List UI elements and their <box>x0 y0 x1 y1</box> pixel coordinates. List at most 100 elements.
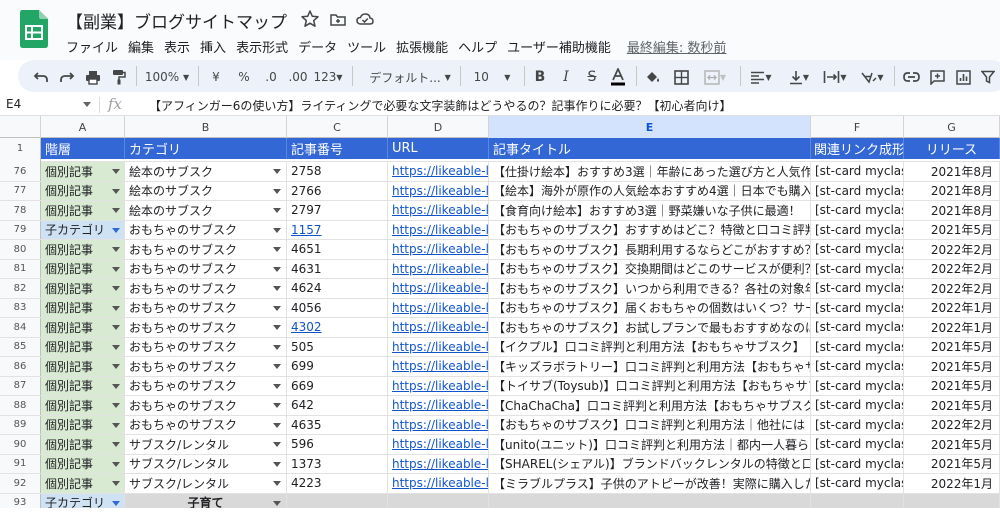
cell-release-date[interactable]: 2021年5月 <box>904 357 1000 376</box>
cell-related-link[interactable]: [st-card myclass <box>811 279 904 298</box>
horizontal-align-icon[interactable]: ▼ <box>748 68 774 86</box>
row-number[interactable]: 91 <box>0 454 41 473</box>
last-edit-link[interactable]: 最終編集: 数秒前 <box>627 37 727 56</box>
dropdown-arrow-icon[interactable] <box>112 344 120 350</box>
cell-article-title[interactable]: 【おもちゃのサブスク】お試しプランで最もおすすめなのは？ <box>489 318 811 337</box>
strikethrough-icon[interactable]: S <box>584 68 600 86</box>
borders-icon[interactable] <box>672 68 690 86</box>
cell-release-date[interactable]: 2021年5月 <box>904 396 1000 415</box>
dropdown-arrow-icon[interactable] <box>112 169 120 174</box>
redo-icon[interactable] <box>58 68 76 86</box>
cell-url-link[interactable]: https://likeable-life <box>388 376 489 395</box>
cell-category[interactable]: 絵本のサブスク <box>125 162 287 181</box>
cell-url-link[interactable]: https://likeable-life <box>388 454 489 473</box>
cell-level[interactable]: 個別記事 <box>41 376 125 395</box>
dropdown-arrow-icon[interactable] <box>273 208 281 213</box>
cell-level[interactable]: 個別記事 <box>41 298 125 317</box>
print-icon[interactable] <box>84 68 102 86</box>
cell-category[interactable]: おもちゃのサブスク <box>125 376 287 395</box>
move-to-folder-icon[interactable] <box>328 9 348 29</box>
dropdown-arrow-icon[interactable] <box>273 403 281 408</box>
row-number[interactable]: 83 <box>0 298 41 317</box>
dropdown-arrow-icon[interactable] <box>112 500 120 506</box>
cell-article-number[interactable]: 2797 <box>287 201 388 220</box>
cell-article-number[interactable]: 596 <box>287 435 388 454</box>
cell-article-number[interactable]: 4056 <box>287 298 388 317</box>
cell-category[interactable]: おもちゃのサブスク <box>125 318 287 337</box>
cell-related-link[interactable]: [st-card myclass <box>811 220 904 239</box>
menu-accessibility[interactable]: ユーザー補助機能 <box>507 37 611 56</box>
cell-release-date[interactable]: 2021年5月 <box>904 376 1000 395</box>
dropdown-arrow-icon[interactable] <box>112 247 120 252</box>
cell-category[interactable]: おもちゃのサブスク <box>125 337 287 356</box>
cell-related-link[interactable]: [st-card myclass <box>811 415 904 434</box>
header-cell-url[interactable]: URL <box>388 138 489 159</box>
cell-article-title[interactable]: 【SHAREL(シェアル)】ブランドバックレンタルの特徴と口コミ <box>489 454 811 473</box>
cell-article-number[interactable]: 4624 <box>287 279 388 298</box>
header-cell-level[interactable]: 階層 <box>41 138 125 159</box>
cell-category[interactable]: おもちゃのサブスク <box>125 298 287 317</box>
dropdown-arrow-icon[interactable] <box>273 325 281 330</box>
menu-insert[interactable]: 挿入 <box>200 37 226 56</box>
cell-article-number[interactable]: 4631 <box>287 259 388 278</box>
row-number[interactable]: 92 <box>0 474 41 493</box>
menu-edit[interactable]: 編集 <box>128 37 154 56</box>
header-cell-release[interactable]: リリース <box>904 138 1000 159</box>
row-number[interactable]: 80 <box>0 240 41 259</box>
merge-cells-icon[interactable]: ▼ <box>700 68 730 86</box>
percent-format-button[interactable]: % <box>236 68 252 86</box>
dropdown-arrow-icon[interactable] <box>112 325 120 330</box>
row-number[interactable]: 87 <box>0 376 41 395</box>
increase-decimal-button[interactable]: .00 <box>286 68 310 86</box>
column-header-c[interactable]: C <box>287 116 388 138</box>
menu-tools[interactable]: ツール <box>347 37 386 56</box>
cell-article-number[interactable]: 2766 <box>287 181 388 200</box>
cell-category[interactable]: サブスク/レンタル <box>125 454 287 473</box>
cell-category[interactable]: おもちゃのサブスク <box>125 240 287 259</box>
column-header-e[interactable]: E <box>489 116 811 138</box>
insert-comment-icon[interactable] <box>928 68 946 86</box>
dropdown-arrow-icon[interactable] <box>112 364 120 369</box>
cell-category[interactable]: 絵本のサブスク <box>125 181 287 200</box>
cell-category[interactable]: おもちゃのサブスク <box>125 279 287 298</box>
cell-level[interactable]: 個別記事 <box>41 337 125 356</box>
header-cell-category[interactable]: カテゴリ <box>125 138 287 159</box>
menu-help[interactable]: ヘルプ <box>458 37 497 56</box>
cell-level[interactable]: 個別記事 <box>41 201 125 220</box>
cell-article-title[interactable]: 【おもちゃのサブスク】口コミ評判と利用方法｜他社には <box>489 415 811 434</box>
text-color-icon[interactable] <box>609 68 627 86</box>
cell-article-number[interactable]: 4302 <box>287 318 388 337</box>
cell-release-date[interactable]: 2021年8月 <box>904 162 1000 181</box>
dropdown-arrow-icon[interactable] <box>273 169 281 174</box>
header-cell-title[interactable]: 記事タイトル <box>489 138 811 159</box>
paint-format-icon[interactable] <box>110 68 128 86</box>
cell-article-title[interactable]: 【おもちゃのサブスク】長期利用するならどこがおすすめ？ <box>489 240 811 259</box>
cell-level[interactable]: 個別記事 <box>41 318 125 337</box>
cell-article-number[interactable]: 669 <box>287 376 388 395</box>
document-title[interactable]: 【副業】ブログサイトマップ <box>66 8 287 33</box>
row-number[interactable]: 90 <box>0 435 41 454</box>
cell-url-link[interactable]: https://likeable-life <box>388 396 489 415</box>
dropdown-arrow-icon[interactable] <box>273 364 281 369</box>
cell-level[interactable]: 個別記事 <box>41 474 125 493</box>
cell-article-title[interactable]: 【おもちゃのサブスク】いつから利用できる？各社の対象年齢 <box>489 279 811 298</box>
select-all-corner[interactable] <box>0 116 41 138</box>
cell-category[interactable]: サブスク/レンタル <box>125 474 287 493</box>
filter-icon[interactable] <box>980 68 996 86</box>
fill-color-icon[interactable] <box>644 68 662 86</box>
dropdown-arrow-icon[interactable] <box>273 227 281 233</box>
menu-extensions[interactable]: 拡張機能 <box>396 37 448 56</box>
dropdown-arrow-icon[interactable] <box>273 500 281 506</box>
font-family-select[interactable]: デフォルト... ▼ <box>364 68 456 86</box>
dropdown-arrow-icon[interactable] <box>112 403 120 408</box>
cell-level[interactable]: 個別記事 <box>41 454 125 473</box>
cell-level[interactable]: 個別記事 <box>41 162 125 181</box>
column-header-d[interactable]: D <box>388 116 489 138</box>
dropdown-arrow-icon[interactable] <box>273 305 281 311</box>
dropdown-arrow-icon[interactable] <box>273 481 281 486</box>
dropdown-arrow-icon[interactable] <box>112 305 120 311</box>
cell-level[interactable]: 個別記事 <box>41 415 125 434</box>
row-number[interactable]: 76 <box>0 162 41 181</box>
column-header-f[interactable]: F <box>811 116 904 138</box>
dropdown-arrow-icon[interactable] <box>273 422 281 428</box>
